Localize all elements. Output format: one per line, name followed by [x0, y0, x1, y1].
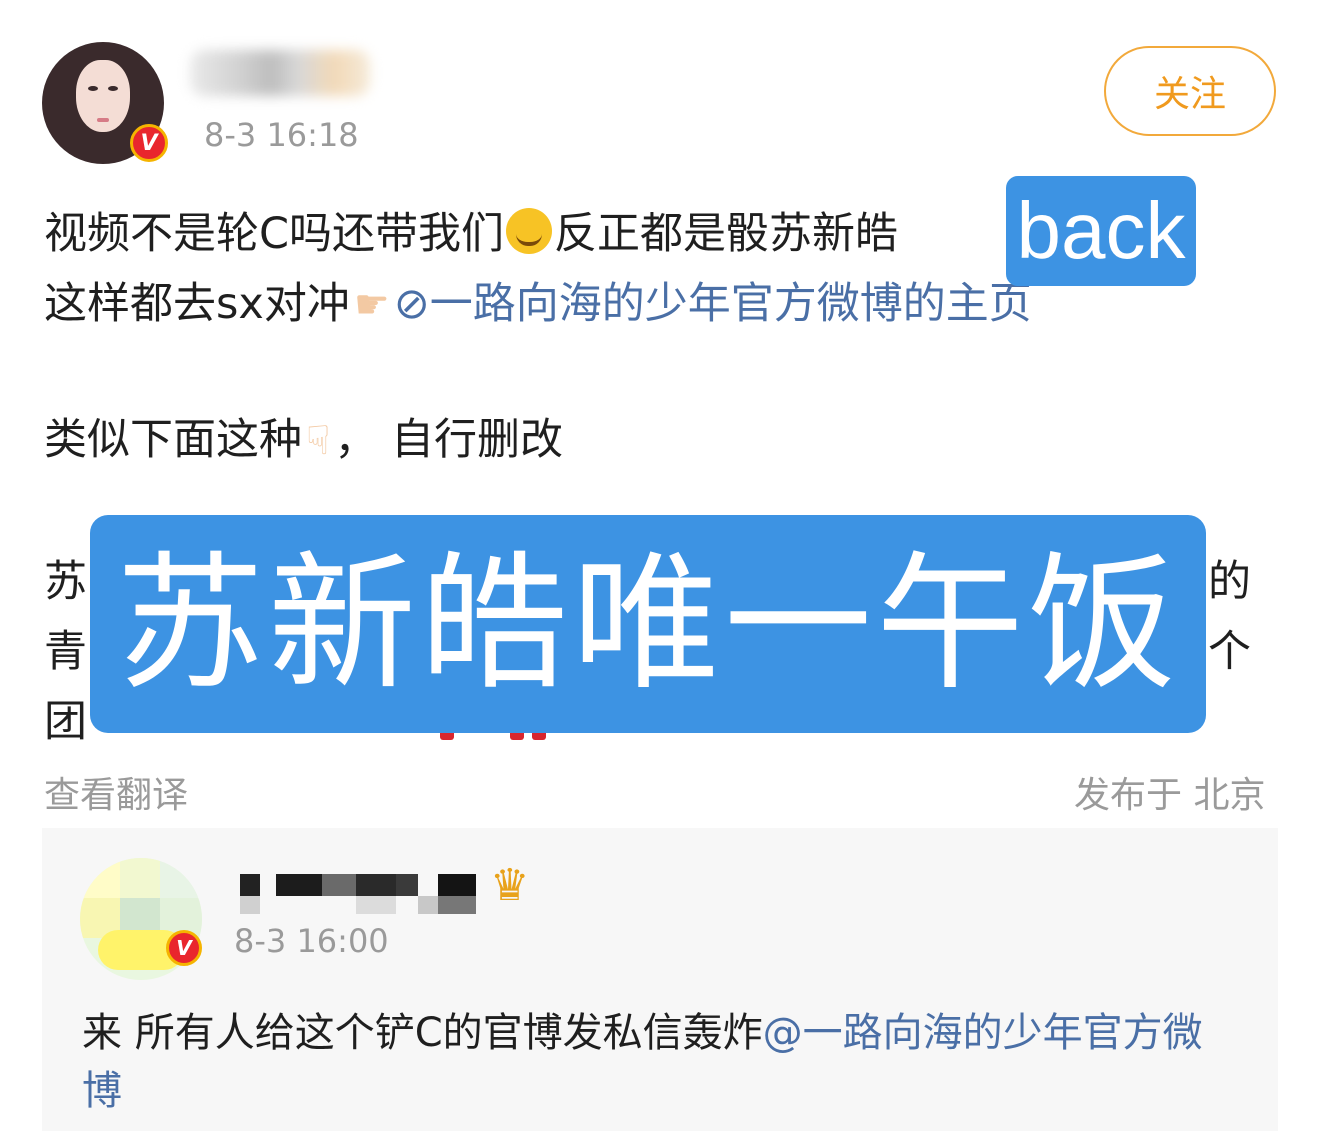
mosaic-block	[396, 874, 418, 896]
post-text-segment: 这样都去sx对冲	[44, 279, 350, 329]
pointing-right-hand-icon: ☛	[353, 282, 390, 328]
avatar-eye	[88, 86, 98, 91]
crown-badge-icon: ♛	[490, 860, 530, 911]
verified-badge-icon: V	[166, 930, 202, 966]
verified-badge-icon: V	[130, 124, 168, 162]
repost-text: 来 所有人给这个铲C的官博发私信轰炸@一路向海的少年官方微博	[82, 1004, 1242, 1120]
post-text-line-1: 视频不是轮C吗还带我们反正都是骰苏新皓然	[44, 204, 1133, 264]
repost-text-body: 来 所有人给这个铲C的官博发私信轰炸	[82, 1010, 763, 1056]
hidden-line-start: 团	[44, 697, 87, 747]
repost-timestamp: 8-3 16:00	[234, 922, 389, 960]
hidden-line-end: 个	[1208, 627, 1251, 677]
profile-link[interactable]: 一路向海的少年官方微博的主页	[430, 279, 1032, 329]
translate-link[interactable]: 查看翻译	[44, 766, 188, 818]
avatar-pixel	[160, 858, 202, 898]
mosaic-block	[276, 874, 322, 896]
mosaic-block	[240, 874, 260, 896]
back-sticker-overlay: back	[1006, 176, 1196, 286]
dizzy-face-emoji-icon	[506, 208, 553, 254]
mosaic-block	[438, 874, 476, 896]
post-text-line-2: 这样都去sx对冲 ☛⊘一路向海的少年官方微博的主页	[44, 274, 1032, 335]
post-text-segment: ， 自行删改	[334, 415, 564, 465]
mosaic-block	[322, 874, 356, 896]
follow-button[interactable]: 关注	[1104, 46, 1276, 136]
post-timestamp: 8-3 16:18	[204, 116, 359, 154]
avatar-eye	[108, 86, 118, 91]
repost-username-mosaic[interactable]	[236, 868, 480, 916]
caption-sticker-overlay: 苏新皓唯一午饭	[90, 515, 1206, 733]
post-text-segment: 类似下面这种	[44, 415, 302, 465]
avatar-pixel	[120, 858, 160, 898]
link-icon: ⊘	[393, 279, 430, 329]
mosaic-block	[418, 896, 438, 914]
mosaic-block	[356, 896, 396, 914]
avatar-mouth	[97, 118, 109, 122]
post-text-segment: 反正都是骰苏新皓	[554, 209, 899, 259]
hidden-line-start: 青	[44, 627, 87, 677]
pointing-down-hand-icon: ☟	[306, 418, 331, 464]
post-text-segment: 视频不是轮C吗还带我们	[44, 209, 505, 259]
avatar-pixel	[80, 858, 120, 898]
hidden-line-start: 苏	[44, 557, 87, 607]
post-location: 发布于 北京	[1074, 775, 1266, 816]
hidden-line-end: 的	[1208, 557, 1251, 607]
mosaic-block	[438, 896, 476, 914]
username-blurred[interactable]	[190, 50, 370, 96]
mosaic-block	[356, 874, 396, 896]
post-text-line-3: 类似下面这种 ☟， 自行删改	[44, 410, 563, 471]
mosaic-block	[240, 896, 260, 914]
